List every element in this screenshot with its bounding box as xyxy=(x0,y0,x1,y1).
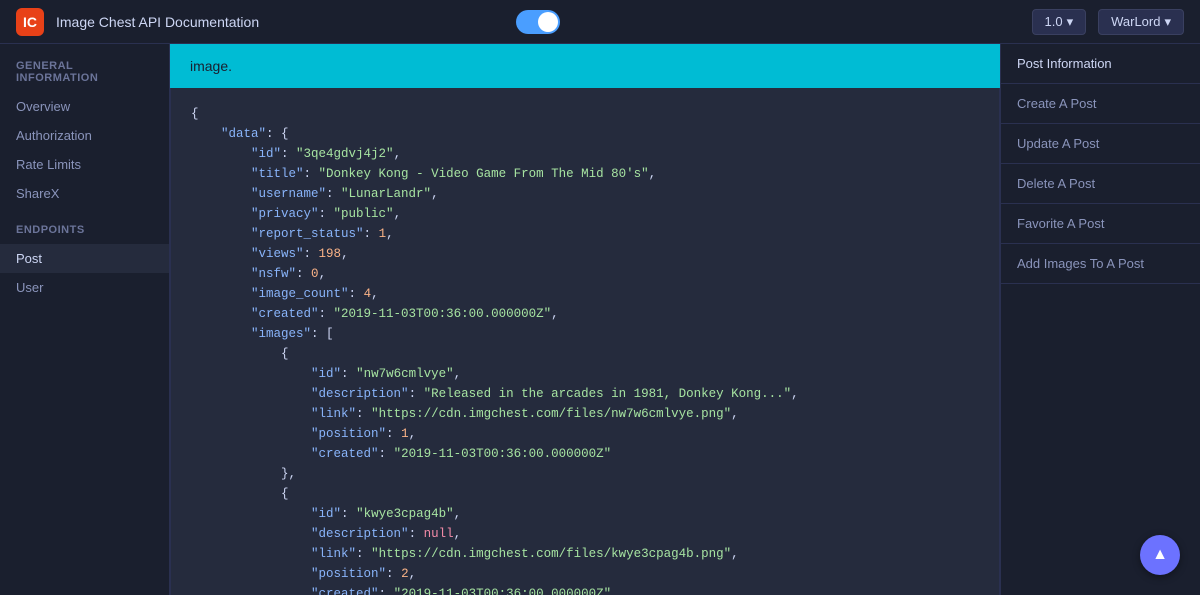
right-panel: Post Information Create A Post Update A … xyxy=(1000,44,1200,595)
code-line: "title": "Donkey Kong - Video Game From … xyxy=(191,164,979,184)
version-chevron-icon: ▾ xyxy=(1067,14,1074,30)
main-layout: General Information Overview Authorizati… xyxy=(0,44,1200,595)
sidebar-item-rate-limits[interactable]: Rate Limits xyxy=(0,150,169,179)
code-line: "position": 1, xyxy=(191,424,979,444)
code-line: "privacy": "public", xyxy=(191,204,979,224)
code-line: "report_status": 1, xyxy=(191,224,979,244)
code-line: "images": [ xyxy=(191,324,979,344)
logo-icon: IC xyxy=(16,8,44,36)
general-section-label: General Information xyxy=(0,60,169,92)
code-line: "link": "https://cdn.imgchest.com/files/… xyxy=(191,544,979,564)
code-line: "username": "LunarLandr", xyxy=(191,184,979,204)
code-line: "nsfw": 0, xyxy=(191,264,979,284)
code-line: "created": "2019-11-03T00:36:00.000000Z" xyxy=(191,444,979,464)
code-line: "description": null, xyxy=(191,524,979,544)
code-line: "id": "kwye3cpag4b", xyxy=(191,504,979,524)
navbar: IC Image Chest API Documentation 1.0 ▾ W… xyxy=(0,0,1200,44)
right-panel-item-add-images[interactable]: Add Images To A Post xyxy=(1001,244,1200,284)
right-panel-item-update-post[interactable]: Update A Post xyxy=(1001,124,1200,164)
code-line: "id": "nw7w6cmlvye", xyxy=(191,364,979,384)
sidebar-item-overview[interactable]: Overview xyxy=(0,92,169,121)
theme-toggle[interactable] xyxy=(516,10,560,34)
code-line: { xyxy=(191,484,979,504)
code-line: "created": "2019-11-03T00:36:00.000000Z"… xyxy=(191,304,979,324)
right-panel-item-favorite-post[interactable]: Favorite A Post xyxy=(1001,204,1200,244)
code-line: "image_count": 4, xyxy=(191,284,979,304)
version-label: 1.0 xyxy=(1045,14,1063,29)
right-panel-item-create-post[interactable]: Create A Post xyxy=(1001,84,1200,124)
code-line: "position": 2, xyxy=(191,564,979,584)
version-button[interactable]: 1.0 ▾ xyxy=(1032,9,1087,35)
code-block: { "data": { "id": "3qe4gdvj4j2", "title"… xyxy=(170,88,1000,595)
code-line: "data": { xyxy=(191,124,979,144)
scroll-top-icon: ▲ xyxy=(1152,546,1168,564)
sidebar-item-user[interactable]: User xyxy=(0,273,169,302)
scroll-top-button[interactable]: ▲ xyxy=(1140,535,1180,575)
code-line: { xyxy=(191,344,979,364)
right-panel-item-delete-post[interactable]: Delete A Post xyxy=(1001,164,1200,204)
sidebar: General Information Overview Authorizati… xyxy=(0,44,170,595)
endpoint-header: image. xyxy=(170,44,1000,88)
code-line: "views": 198, xyxy=(191,244,979,264)
right-panel-item-post-info[interactable]: Post Information xyxy=(1001,44,1200,84)
sidebar-item-sharex[interactable]: ShareX xyxy=(0,179,169,208)
user-label: WarLord xyxy=(1111,14,1160,29)
code-line: "created": "2019-11-03T00:36:00.000000Z" xyxy=(191,584,979,595)
sidebar-item-authorization[interactable]: Authorization xyxy=(0,121,169,150)
user-button[interactable]: WarLord ▾ xyxy=(1098,9,1184,35)
code-line: "description": "Released in the arcades … xyxy=(191,384,979,404)
code-line: }, xyxy=(191,464,979,484)
code-line: { xyxy=(191,104,979,124)
code-line: "link": "https://cdn.imgchest.com/files/… xyxy=(191,404,979,424)
user-chevron-icon: ▾ xyxy=(1164,14,1171,30)
endpoints-section-label: Endpoints xyxy=(0,224,169,244)
main-content: image. { "data": { "id": "3qe4gdvj4j2", … xyxy=(170,44,1000,595)
sidebar-item-post[interactable]: Post xyxy=(0,244,169,273)
code-line: "id": "3qe4gdvj4j2", xyxy=(191,144,979,164)
navbar-title: Image Chest API Documentation xyxy=(56,14,504,30)
